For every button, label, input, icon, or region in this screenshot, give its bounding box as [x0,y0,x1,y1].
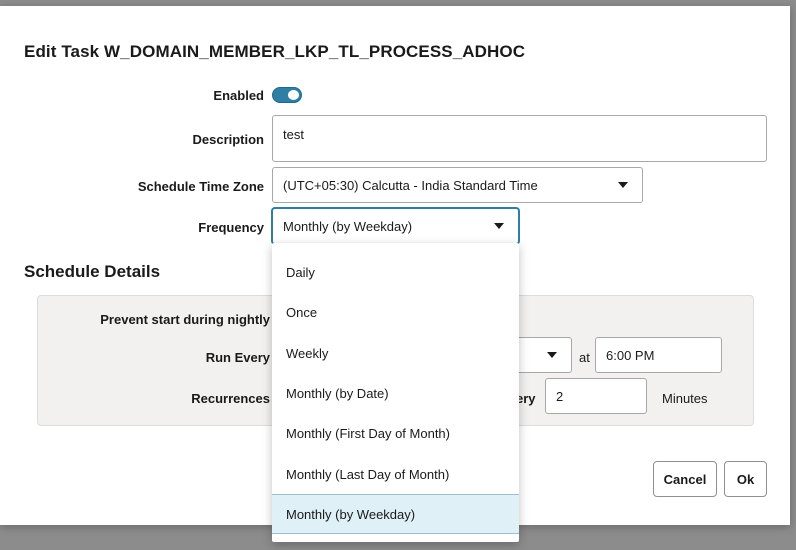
enabled-label: Enabled [213,88,264,103]
description-label: Description [192,132,264,147]
toggle-knob [288,90,299,100]
chevron-down-icon [618,182,628,188]
dialog-title: Edit Task W_DOMAIN_MEMBER_LKP_TL_PROCESS… [24,42,526,61]
prevent-start-label: Prevent start during nightly [100,312,270,327]
timezone-select[interactable]: (UTC+05:30) Calcutta - India Standard Ti… [272,167,643,203]
enabled-toggle[interactable] [272,87,302,103]
recurrences-label: Recurrences [191,391,270,406]
timezone-label: Schedule Time Zone [137,179,264,194]
option-monthly-last-day[interactable]: Monthly (Last Day of Month) [272,454,519,494]
cancel-button[interactable]: Cancel [653,461,717,497]
option-monthly-by-date[interactable]: Monthly (by Date) [272,373,519,413]
schedule-details-title: Schedule Details [24,262,161,281]
time-input[interactable]: 6:00 PM [595,337,722,373]
at-label: at [579,350,590,365]
frequency-select[interactable]: Monthly (by Weekday) [272,208,519,244]
run-every-label: Run Every [205,350,270,365]
interval-input[interactable]: 2 [545,378,647,414]
frequency-value: Monthly (by Weekday) [283,218,413,234]
option-once[interactable]: Once [272,292,519,332]
option-monthly-first-day[interactable]: Monthly (First Day of Month) [272,413,519,453]
timezone-value: (UTC+05:30) Calcutta - India Standard Ti… [283,177,538,193]
option-weekly[interactable]: Weekly [272,333,519,373]
ok-button[interactable]: Ok [724,461,767,497]
interval-unit-label: Minutes [662,391,708,406]
frequency-dropdown-list: Daily Once Weekly Monthly (by Date) Mont… [272,243,519,542]
chevron-down-icon [494,223,504,229]
description-textarea[interactable]: test [272,115,767,162]
chevron-down-icon [547,352,557,358]
option-monthly-by-weekday[interactable]: Monthly (by Weekday) [272,494,519,534]
option-daily[interactable]: Daily [272,252,519,292]
frequency-label: Frequency [198,220,264,235]
